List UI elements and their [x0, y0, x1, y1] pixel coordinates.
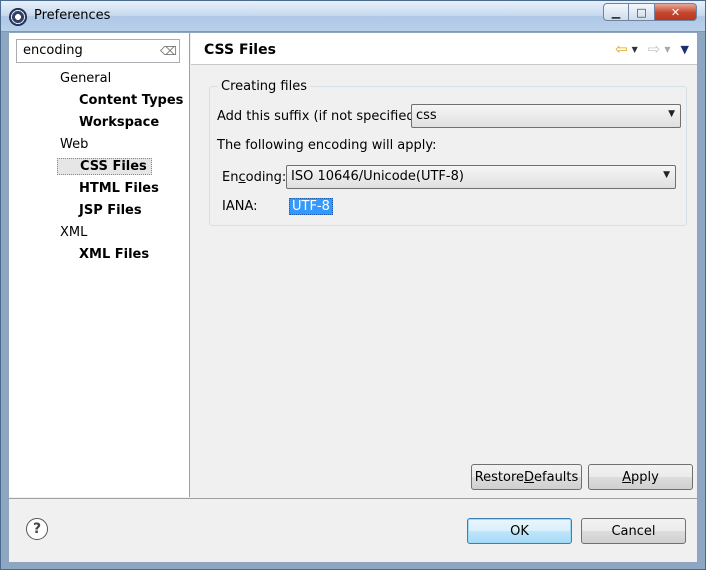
encoding-label: Encoding:	[222, 170, 286, 185]
suffix-select-value: css	[416, 108, 437, 123]
maximize-button[interactable]: □	[629, 3, 655, 21]
help-icon[interactable]: ?	[26, 518, 48, 540]
window-controls: ▁ □ ✕	[603, 3, 697, 21]
restore-defaults-button[interactable]: Restore Defaults	[471, 464, 582, 490]
tree-item-web[interactable]: Web	[60, 137, 88, 152]
cancel-button[interactable]: Cancel	[581, 518, 686, 544]
dialog-client-area: encoding ⌫ General Content Types Workspa…	[8, 32, 698, 563]
dialog-button-bar: ? OK Cancel	[9, 498, 697, 562]
suffix-select[interactable]: css ▼	[411, 104, 681, 128]
encoding-label-post: oding:	[245, 170, 287, 185]
title-bar[interactable]: Preferences ▁ □ ✕	[1, 1, 705, 32]
tree-item-content-types[interactable]: Content Types	[79, 93, 183, 108]
minimize-icon: ▁	[611, 5, 621, 19]
encoding-label-mnemonic: c	[238, 170, 246, 185]
close-icon: ✕	[670, 5, 681, 19]
tree-item-jsp-files[interactable]: JSP Files	[79, 203, 142, 218]
eclipse-app-icon	[9, 8, 27, 26]
ok-button[interactable]: OK	[467, 518, 572, 544]
tree-item-css-files[interactable]: CSS Files	[57, 158, 152, 175]
minimize-button[interactable]: ▁	[603, 3, 629, 21]
apply-label-mnemonic: A	[622, 469, 632, 485]
tree-item-html-files[interactable]: HTML Files	[79, 181, 159, 196]
encoding-label-pre: En	[222, 170, 239, 185]
page-navigation: ⇦ ▼ ⇨ ▼ ▼	[615, 41, 689, 57]
chevron-down-icon: ▼	[663, 170, 670, 180]
tree-item-xml[interactable]: XML	[60, 225, 87, 240]
window-title: Preferences	[34, 8, 111, 23]
encoding-select[interactable]: ISO 10646/Unicode(UTF-8) ▼	[286, 165, 676, 189]
close-button[interactable]: ✕	[655, 3, 697, 21]
preferences-tree-pane: encoding ⌫ General Content Types Workspa…	[9, 33, 190, 497]
back-history-chevron-down-icon[interactable]: ▼	[632, 45, 638, 54]
forward-history-chevron-down-icon[interactable]: ▼	[664, 45, 670, 54]
page-header: CSS Files ⇦ ▼ ⇨ ▼ ▼	[191, 33, 697, 65]
iana-label: IANA:	[222, 199, 258, 214]
tree-item-css-files-label: CSS Files	[80, 159, 147, 174]
creating-files-group: Creating files Add this suffix (if not s…	[209, 79, 687, 226]
restore-defaults-label-mnemonic: D	[524, 469, 535, 485]
tree-item-general[interactable]: General	[60, 71, 111, 86]
forward-arrow-icon[interactable]: ⇨	[648, 41, 661, 57]
filter-input-value: encoding	[23, 43, 83, 58]
iana-value[interactable]: UTF-8	[289, 198, 333, 215]
back-arrow-icon[interactable]: ⇦	[615, 41, 628, 57]
chevron-down-icon: ▼	[668, 109, 675, 119]
tree-item-xml-files[interactable]: XML Files	[79, 247, 149, 262]
page-title: CSS Files	[204, 42, 276, 58]
apply-label-post: pply	[631, 469, 659, 485]
view-menu-icon[interactable]: ▼	[681, 43, 689, 56]
encoding-select-value: ISO 10646/Unicode(UTF-8)	[291, 169, 464, 184]
filter-input[interactable]: encoding ⌫	[16, 39, 180, 63]
encoding-note: The following encoding will apply:	[217, 138, 437, 153]
preference-page: CSS Files ⇦ ▼ ⇨ ▼ ▼ Creating files Add t…	[191, 33, 697, 497]
preferences-window: Preferences ▁ □ ✕ encoding ⌫ General Con…	[0, 0, 706, 570]
restore-defaults-label-pre: Restore	[474, 469, 525, 485]
apply-button[interactable]: Apply	[588, 464, 693, 490]
restore-defaults-label-post: efaults	[534, 469, 579, 485]
eraser-icon[interactable]: ⌫	[160, 44, 177, 58]
suffix-label: Add this suffix (if not specified):	[217, 109, 425, 124]
maximize-icon: □	[636, 5, 647, 19]
tree-item-workspace[interactable]: Workspace	[79, 115, 159, 130]
group-title: Creating files	[218, 79, 311, 94]
